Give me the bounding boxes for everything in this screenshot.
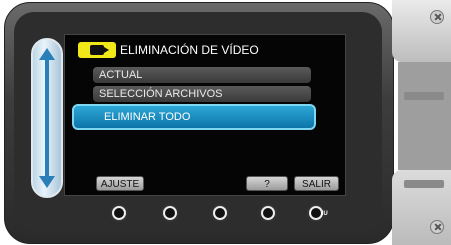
hinge-middle bbox=[398, 62, 451, 170]
help-label: ? bbox=[264, 179, 270, 190]
menu-item-eliminar-todo[interactable]: ELIMINAR TODO bbox=[72, 104, 316, 130]
hardware-button-3[interactable] bbox=[211, 204, 229, 222]
hinge-groove bbox=[404, 180, 444, 188]
ajuste-button[interactable]: AJUSTE bbox=[96, 176, 144, 191]
hardware-button-4[interactable] bbox=[259, 204, 277, 222]
menu-item-seleccion-archivos[interactable]: SELECCIÓN ARCHIVOS bbox=[93, 86, 311, 102]
scroll-slider[interactable] bbox=[31, 38, 63, 198]
menu-item-actual[interactable]: ACTUAL bbox=[93, 67, 311, 83]
camcorder-lcd-panel: ELIMINACIÓN DE VÍDEO ACTUAL SELECCIÓN AR… bbox=[0, 0, 451, 245]
slider-track bbox=[45, 58, 49, 178]
hinge-top bbox=[392, 0, 451, 62]
hinge-groove bbox=[404, 92, 444, 100]
video-camera-icon bbox=[78, 42, 116, 58]
arrow-down-icon[interactable] bbox=[39, 176, 55, 188]
ajuste-label: AJUSTE bbox=[100, 179, 140, 190]
menu-item-label: ELIMINAR TODO bbox=[104, 111, 191, 123]
screw-icon bbox=[430, 220, 444, 234]
menu-title: ELIMINACIÓN DE VÍDEO bbox=[120, 43, 259, 57]
help-button[interactable]: ? bbox=[246, 176, 288, 191]
ok-button[interactable]: OK bbox=[110, 204, 128, 222]
menu-item-label: ACTUAL bbox=[99, 69, 143, 81]
menu-title-bar: ELIMINACIÓN DE VÍDEO bbox=[78, 41, 293, 59]
screw-icon bbox=[430, 10, 444, 24]
ok-label: OK bbox=[115, 210, 126, 217]
hardware-button-2[interactable] bbox=[161, 204, 179, 222]
menu-button[interactable]: MENU bbox=[307, 204, 328, 222]
menu-label: MENU bbox=[310, 211, 328, 217]
salir-button[interactable]: SALIR bbox=[294, 176, 339, 191]
salir-label: SALIR bbox=[302, 179, 331, 190]
menu-item-label: SELECCIÓN ARCHIVOS bbox=[99, 88, 223, 100]
